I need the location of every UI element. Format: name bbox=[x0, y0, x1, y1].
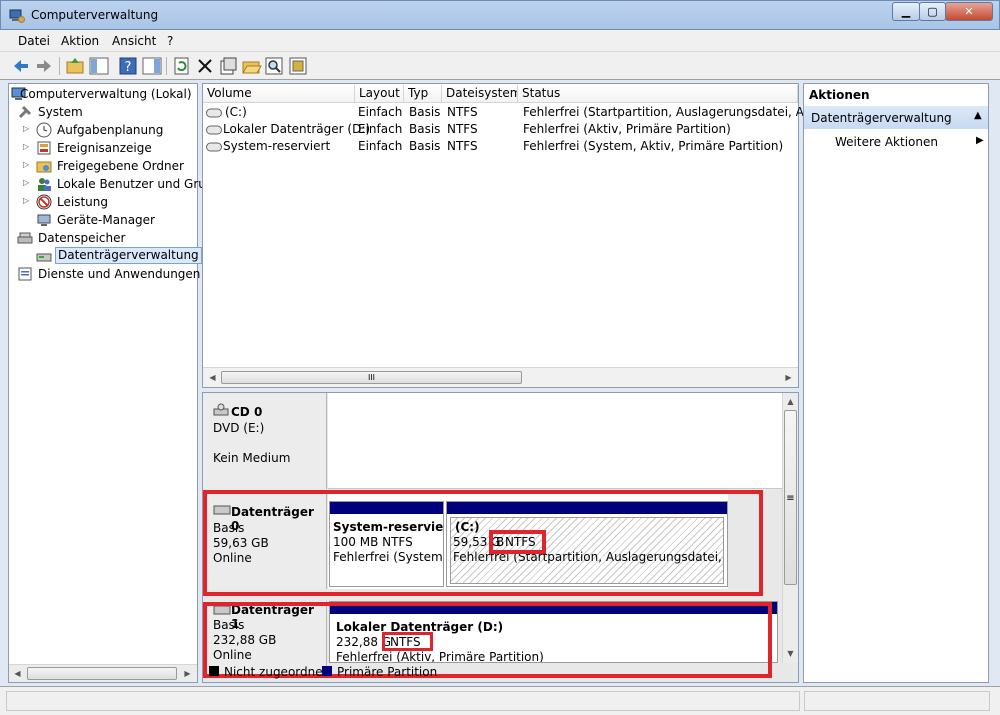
list-horizontal-scrollbar[interactable]: ◀ III ▶ bbox=[203, 367, 798, 387]
svg-text:?: ? bbox=[125, 60, 132, 75]
navigation-tree[interactable]: Computerverwaltung (Lokal) System ▷ Aufg… bbox=[8, 83, 221, 683]
legend-unallocated-swatch bbox=[209, 666, 219, 676]
scrollbar-thumb[interactable] bbox=[27, 667, 177, 680]
highlight-d-ntfs bbox=[382, 632, 433, 651]
cd-drive-icon bbox=[213, 403, 229, 416]
table-row[interactable]: Lokaler Datenträger (D:) Einfach Basis N… bbox=[203, 121, 798, 138]
scrollbar-thumb[interactable]: ≡ bbox=[784, 410, 797, 585]
storage-icon bbox=[17, 232, 33, 244]
scroll-down-arrow-icon[interactable]: ▼ bbox=[783, 646, 798, 661]
disk-management-icon bbox=[36, 253, 52, 262]
legend-unallocated: Nicht zugeordnet bbox=[224, 665, 328, 679]
device-manager-icon bbox=[37, 214, 51, 226]
show-hide-action-icon[interactable] bbox=[141, 55, 163, 77]
close-button[interactable]: ✕ bbox=[945, 2, 993, 21]
column-dateisystem[interactable]: Dateisystem bbox=[442, 85, 518, 103]
action-weitere-aktionen[interactable]: Weitere Aktionen ▶ bbox=[804, 132, 988, 152]
tree-item-geraete-manager[interactable]: Geräte-Manager bbox=[9, 211, 197, 229]
menu-datei[interactable]: Datei bbox=[18, 34, 50, 48]
maximize-button[interactable]: ▢ bbox=[919, 2, 946, 21]
users-icon bbox=[38, 178, 51, 191]
show-hide-tree-icon[interactable] bbox=[88, 55, 110, 77]
forward-arrow-icon[interactable] bbox=[33, 55, 55, 77]
expand-arrow-icon[interactable]: ▷ bbox=[23, 142, 29, 151]
delete-icon[interactable] bbox=[194, 55, 216, 77]
minimize-button[interactable]: ▁ bbox=[892, 2, 920, 21]
shared-folder-icon bbox=[36, 161, 52, 173]
services-icon bbox=[18, 267, 32, 281]
expand-arrow-icon[interactable]: ▷ bbox=[23, 196, 29, 205]
table-row[interactable]: System-reserviert Einfach Basis NTFS Feh… bbox=[203, 138, 798, 155]
tree-item-ereignisanzeige[interactable]: ▷ Ereignisanzeige bbox=[9, 139, 197, 157]
drive-icon bbox=[206, 108, 222, 118]
menu-aktion[interactable]: Aktion bbox=[61, 34, 99, 48]
cd0-area bbox=[328, 393, 783, 489]
expand-arrow-icon[interactable]: ▷ bbox=[23, 178, 29, 187]
tree-item-datentraegerverwaltung[interactable]: Datenträgerverwaltung bbox=[9, 247, 202, 265]
tree-item-lokale-benutzer[interactable]: ▷ Lokale Benutzer und Grupp bbox=[9, 175, 221, 193]
scrollbar-thumb[interactable]: III bbox=[221, 371, 522, 384]
open-icon[interactable] bbox=[240, 55, 262, 77]
back-arrow-icon[interactable] bbox=[10, 55, 32, 77]
scroll-left-arrow-icon[interactable]: ◀ bbox=[205, 370, 220, 385]
status-bar bbox=[0, 686, 1000, 715]
tree-item-datenspeicher[interactable]: Datenspeicher bbox=[9, 229, 197, 247]
scroll-right-arrow-icon[interactable]: ▶ bbox=[180, 666, 195, 681]
tree-item-leistung[interactable]: ▷ Leistung bbox=[9, 193, 197, 211]
tree-horizontal-scrollbar[interactable]: ◀ ▶ bbox=[9, 664, 197, 682]
computer-management-icon bbox=[9, 9, 25, 23]
refresh-icon[interactable] bbox=[171, 55, 193, 77]
scroll-up-arrow-icon[interactable]: ▲ bbox=[783, 394, 798, 409]
menu-bar: Datei Aktion Ansicht ? bbox=[0, 30, 1000, 52]
settings-icon[interactable] bbox=[287, 55, 309, 77]
performance-icon bbox=[36, 194, 52, 210]
column-typ[interactable]: Typ bbox=[404, 85, 442, 103]
tree-item-freigegebene-ordner[interactable]: ▷ Freigegebene Ordner bbox=[9, 157, 197, 175]
column-layout[interactable]: Layout bbox=[355, 85, 404, 103]
expand-arrow-icon[interactable]: ▷ bbox=[23, 160, 29, 169]
expand-arrow-icon[interactable]: ▷ bbox=[23, 124, 29, 133]
tree-item-computer-management[interactable]: Computerverwaltung (Lokal) bbox=[9, 85, 197, 103]
legend-primary-swatch bbox=[322, 666, 332, 676]
submenu-arrow-icon: ▶ bbox=[976, 135, 984, 146]
disk-label-cd0[interactable]: CD 0 DVD (E:) Kein Medium bbox=[203, 393, 327, 489]
highlight-disk0 bbox=[203, 490, 763, 596]
properties-icon[interactable] bbox=[217, 55, 239, 77]
window-title: Computerverwaltung bbox=[31, 8, 159, 22]
search-icon[interactable] bbox=[263, 55, 285, 77]
legend-primary: Primäre Partition bbox=[337, 665, 438, 679]
table-row[interactable]: (C:) Einfach Basis NTFS Fehlerfrei (Star… bbox=[203, 104, 841, 121]
actions-section-datentraegerverwaltung[interactable]: Datenträgerverwaltung ▲ bbox=[804, 106, 988, 129]
up-folder-icon[interactable] bbox=[64, 55, 86, 77]
highlight-c-ntfs bbox=[489, 530, 546, 554]
column-volume[interactable]: Volume bbox=[203, 85, 355, 103]
menu-help[interactable]: ? bbox=[167, 34, 173, 48]
menu-ansicht[interactable]: Ansicht bbox=[112, 34, 156, 48]
scroll-left-arrow-icon[interactable]: ◀ bbox=[10, 666, 25, 681]
actions-pane: Aktionen Datenträgerverwaltung ▲ Weitere… bbox=[803, 83, 989, 683]
actions-header: Aktionen bbox=[809, 88, 870, 102]
status-cell-main bbox=[6, 691, 800, 711]
volume-list[interactable]: Volume Layout Typ Dateisystem Status (C:… bbox=[202, 83, 841, 388]
disk-map[interactable]: CD 0 DVD (E:) Kein Medium Datenträger 0 … bbox=[202, 392, 799, 683]
tree-item-dienste[interactable]: Dienste und Anwendungen bbox=[9, 265, 200, 283]
collapse-arrow-icon[interactable]: ▲ bbox=[974, 110, 982, 121]
disk-vertical-scrollbar[interactable]: ▲ ≡ ▼ bbox=[782, 393, 798, 663]
drive-icon bbox=[206, 142, 222, 152]
scroll-right-arrow-icon[interactable]: ▶ bbox=[781, 370, 796, 385]
clock-icon bbox=[36, 122, 52, 138]
tools-icon bbox=[18, 105, 32, 119]
tree-item-aufgabenplanung[interactable]: ▷ Aufgabenplanung bbox=[9, 121, 197, 139]
status-cell-side bbox=[804, 691, 990, 711]
drive-icon bbox=[206, 125, 222, 135]
column-status[interactable]: Status bbox=[518, 85, 798, 103]
toolbar: ? bbox=[0, 52, 1000, 80]
event-viewer-icon bbox=[37, 141, 51, 155]
help-icon[interactable]: ? bbox=[117, 55, 139, 77]
tree-item-system[interactable]: System bbox=[9, 103, 197, 121]
title-bar[interactable]: Computerverwaltung ▁ ▢ ✕ bbox=[0, 0, 1000, 30]
